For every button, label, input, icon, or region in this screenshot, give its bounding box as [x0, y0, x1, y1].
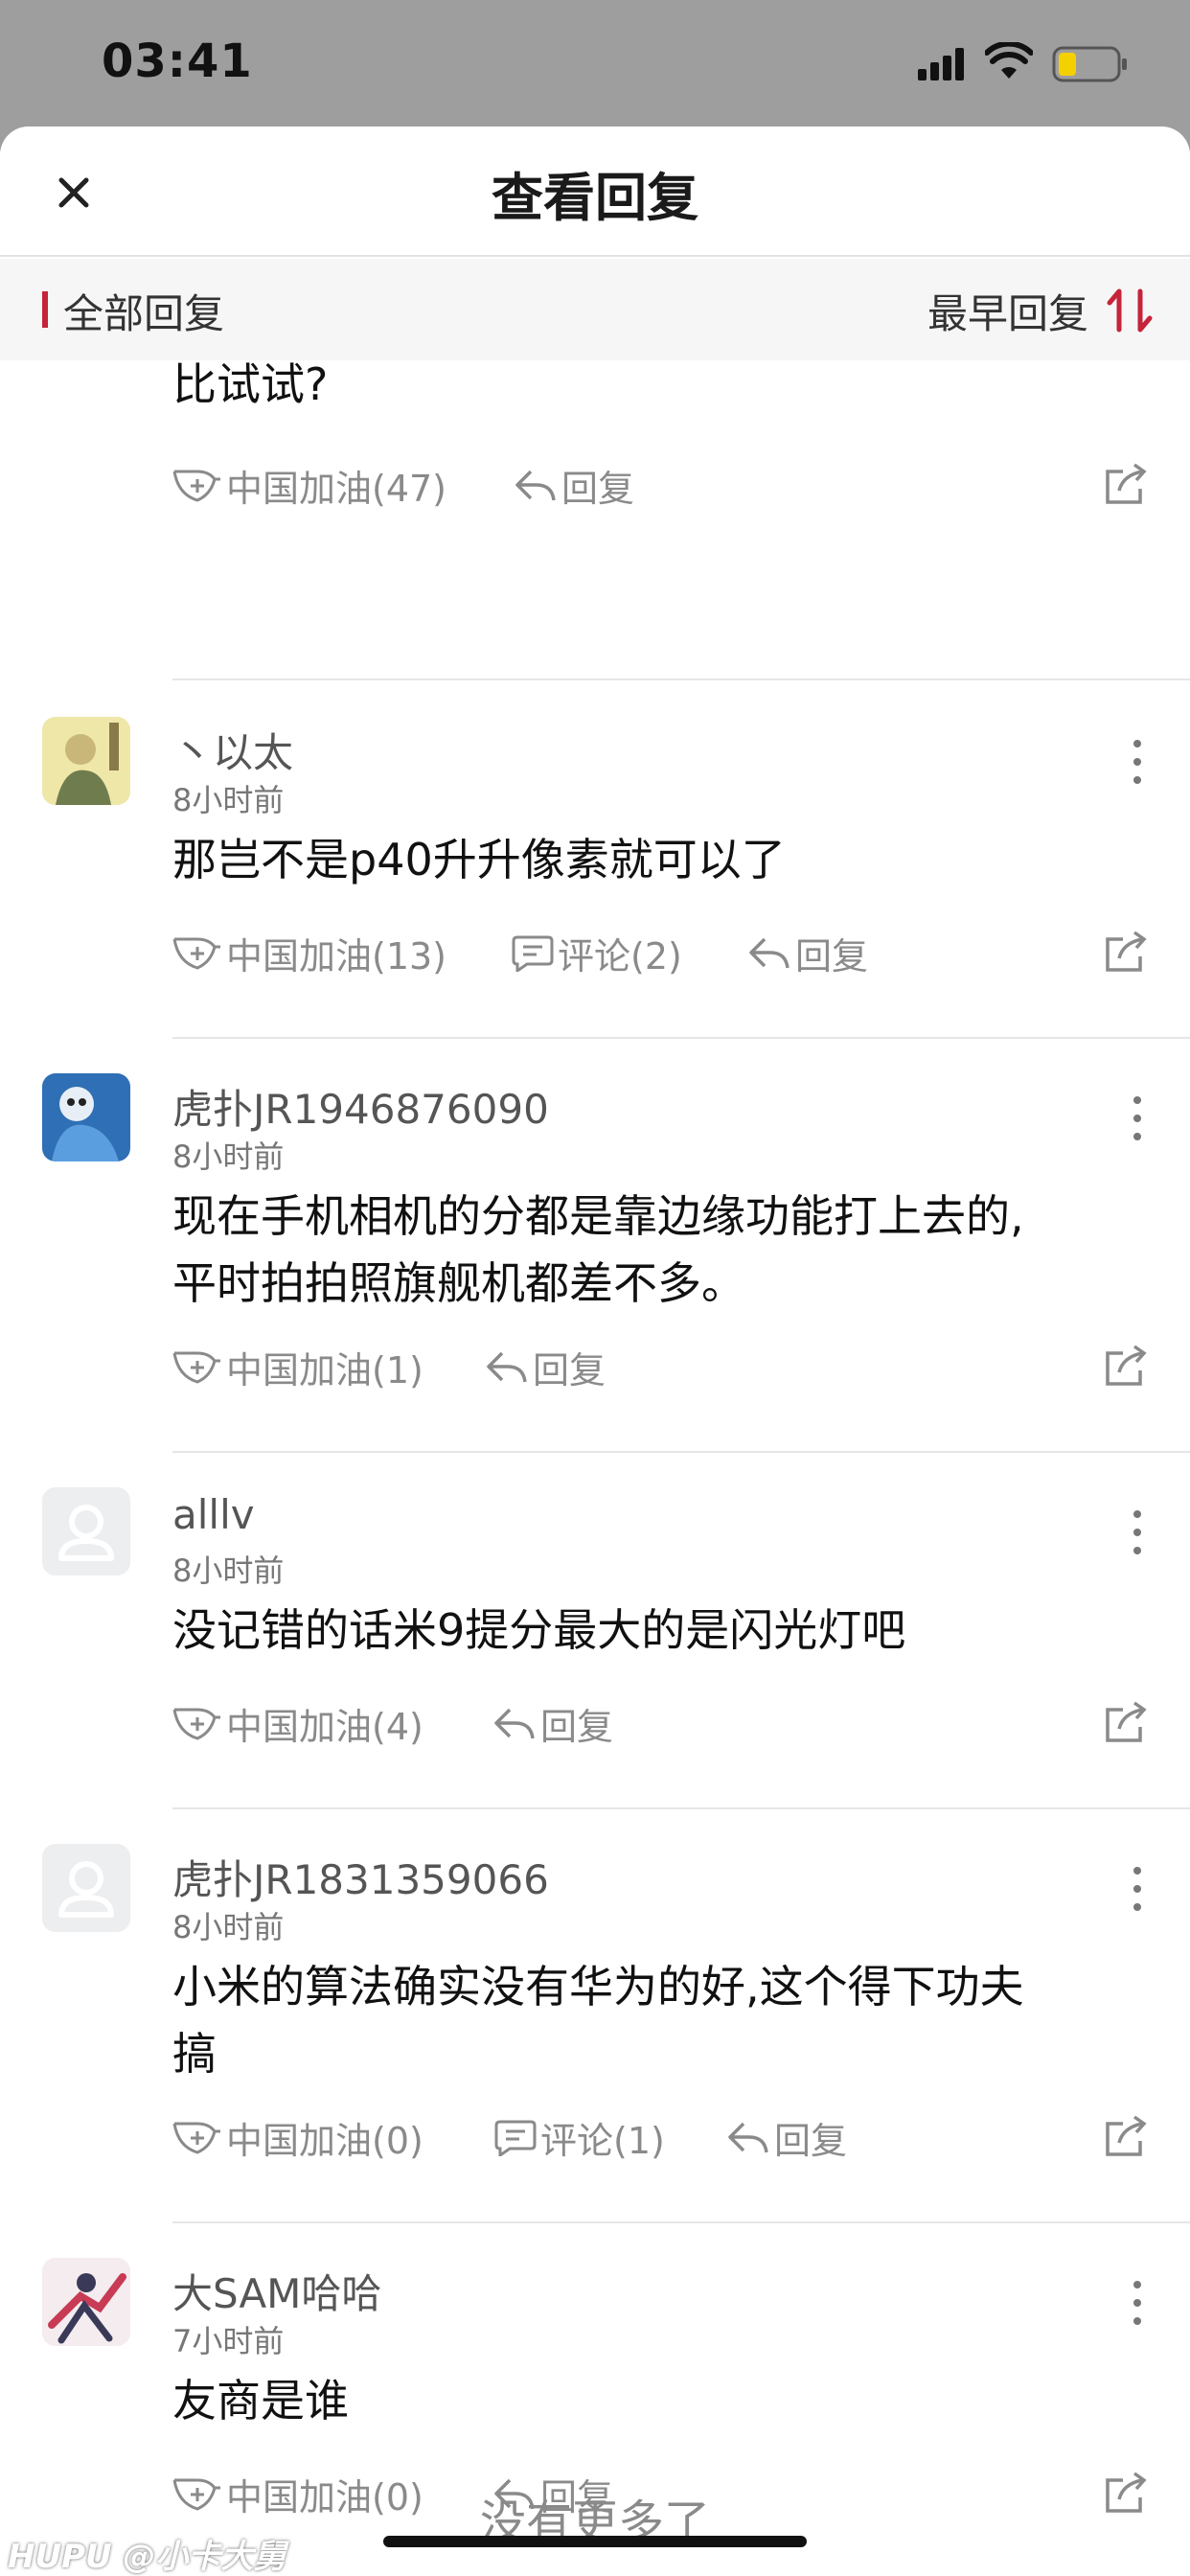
reply-label: 回复: [540, 1705, 614, 1748]
reply-content: 没记错的话米9提分最大的是闪光灯吧: [172, 1604, 906, 1656]
username[interactable]: 虎扑JR1831359066: [172, 1848, 549, 1906]
reply-button[interactable]: 回复: [747, 926, 868, 979]
list-item: 丶以太 8小时前 那岂不是p40升升像素就可以了 中国加油(13) 评论(2) …: [0, 682, 1190, 1039]
avatar[interactable]: [42, 1487, 130, 1576]
comment-label: 评论(2): [558, 934, 682, 978]
avatar[interactable]: [42, 2258, 130, 2346]
reply-icon: [749, 937, 790, 969]
username[interactable]: 丶以太: [172, 721, 293, 779]
filter-accent-mark: [42, 291, 48, 328]
like-label: 中国加油(4): [226, 1705, 423, 1748]
like-icon: [172, 1708, 220, 1740]
reply-label: 回复: [774, 2119, 848, 2162]
action-row: 中国加油(0) 评论(1) 回复: [172, 2110, 1111, 2164]
avatar-placeholder-icon: [42, 1844, 130, 1932]
reply-time: 8小时前: [172, 1552, 285, 1589]
home-indicator: [383, 2536, 807, 2547]
like-label: 中国加油(47): [226, 467, 447, 510]
signal-icon: [918, 48, 964, 80]
comment-label: 评论(1): [540, 2119, 665, 2162]
reply-button[interactable]: 回复: [514, 458, 634, 512]
reply-time: 8小时前: [172, 1909, 285, 1945]
share-icon[interactable]: [1104, 930, 1148, 974]
status-time: 03:41: [102, 34, 253, 88]
like-icon: [172, 937, 220, 970]
reply-icon: [515, 470, 556, 501]
comment-icon: [494, 2120, 537, 2156]
action-row: 中国加油(4) 回复: [172, 1696, 1111, 1750]
share-icon[interactable]: [1104, 1700, 1148, 1744]
comment-icon: [512, 935, 554, 972]
reply-content: 现在手机相机的分都是靠边缘功能打上去的, 平时拍拍照旗舰机都差不多。: [172, 1183, 1131, 1317]
like-button[interactable]: 中国加油(0): [172, 2110, 423, 2164]
avatar[interactable]: [42, 717, 130, 805]
like-label: 中国加油(1): [226, 1348, 423, 1392]
more-icon[interactable]: [1131, 1506, 1144, 1558]
divider: [172, 678, 1190, 680]
list-item: 比试试? 中国加油(47) 回复: [0, 358, 1190, 682]
list-item: 虎扑JR1831359066 8小时前 小米的算法确实没有华为的好,这个得下功夫…: [0, 1809, 1190, 2223]
action-row: 中国加油(13) 评论(2) 回复: [172, 926, 1111, 979]
filter-bar: 全部回复 最早回复: [0, 259, 1190, 360]
share-icon[interactable]: [1104, 2114, 1148, 2158]
reply-content: 友商是谁: [172, 2375, 349, 2426]
like-button[interactable]: 中国加油(4): [172, 1696, 423, 1750]
more-icon[interactable]: [1131, 1092, 1144, 1144]
list-item: 虎扑JR1946876090 8小时前 现在手机相机的分都是靠边缘功能打上去的,…: [0, 1039, 1190, 1453]
reply-content-line: 小米的算法确实没有华为的好,这个得下功夫: [172, 1961, 1024, 2012]
reply-button[interactable]: 回复: [726, 2110, 847, 2164]
reply-content-line: 平时拍拍照旗舰机都差不多。: [172, 1257, 745, 1309]
username[interactable]: 大SAM哈哈: [172, 2262, 381, 2320]
reply-icon: [487, 1351, 527, 1383]
reply-content-line: 搞: [172, 2028, 217, 2080]
wifi-icon: [985, 42, 1033, 79]
like-icon: [172, 1351, 220, 1384]
action-row: 中国加油(47) 回复: [172, 458, 1111, 512]
reply-label: 回复: [533, 1348, 606, 1392]
sheet-header: 查看回复: [0, 126, 1190, 257]
username[interactable]: 虎扑JR1946876090: [172, 1077, 549, 1136]
like-label: 中国加油(0): [226, 2119, 423, 2162]
like-button[interactable]: 中国加油(13): [172, 926, 446, 979]
reply-time: 8小时前: [172, 782, 285, 818]
reply-time: 7小时前: [172, 2323, 285, 2359]
username[interactable]: alllv: [172, 1491, 255, 1538]
reply-time: 8小时前: [172, 1138, 285, 1175]
filter-all-replies[interactable]: 全部回复: [63, 282, 224, 340]
status-bar: 03:41: [0, 0, 1190, 126]
share-icon[interactable]: [1104, 1344, 1148, 1388]
reply-sheet: 查看回复 全部回复 最早回复 比试试? 中国加油(47) 回复 丶以太 8小时前…: [0, 126, 1190, 2576]
action-row: 中国加油(1) 回复: [172, 1340, 1111, 1393]
avatar-placeholder-icon: [42, 1487, 130, 1576]
reply-button[interactable]: 回复: [492, 1696, 613, 1750]
avatar[interactable]: [42, 1844, 130, 1932]
more-icon[interactable]: [1131, 2277, 1144, 2329]
reply-icon: [728, 2122, 768, 2153]
share-icon[interactable]: [1104, 462, 1148, 506]
reply-icon: [494, 1708, 535, 1739]
like-button[interactable]: 中国加油(1): [172, 1340, 423, 1393]
reply-button[interactable]: 回复: [485, 1340, 606, 1393]
like-icon: [172, 2122, 220, 2154]
sort-icon[interactable]: [1106, 288, 1156, 334]
like-label: 中国加油(13): [226, 934, 447, 978]
reply-content: 小米的算法确实没有华为的好,这个得下功夫 搞: [172, 1953, 1131, 2087]
reply-label: 回复: [561, 467, 635, 510]
avatar[interactable]: [42, 1073, 130, 1162]
comment-button[interactable]: 评论(2): [512, 926, 682, 979]
more-icon[interactable]: [1131, 1863, 1144, 1915]
reply-content: 那岂不是p40升升像素就可以了: [172, 834, 786, 886]
more-icon[interactable]: [1131, 736, 1144, 788]
comment-button[interactable]: 评论(1): [494, 2110, 665, 2164]
battery-icon: [1052, 46, 1127, 82]
watermark: HUPU @小卡大舅: [8, 2538, 286, 2576]
like-button[interactable]: 中国加油(47): [172, 458, 446, 512]
reply-content-line: 现在手机相机的分都是靠边缘功能打上去的,: [172, 1190, 1024, 1242]
sort-earliest-button[interactable]: 最早回复: [927, 282, 1088, 340]
list-item: alllv 8小时前 没记错的话米9提分最大的是闪光灯吧 中国加油(4) 回复: [0, 1453, 1190, 1809]
like-icon: [172, 470, 220, 502]
page-title: 查看回复: [492, 168, 698, 228]
reply-content: 比试试?: [172, 358, 329, 410]
reply-label: 回复: [795, 934, 869, 978]
